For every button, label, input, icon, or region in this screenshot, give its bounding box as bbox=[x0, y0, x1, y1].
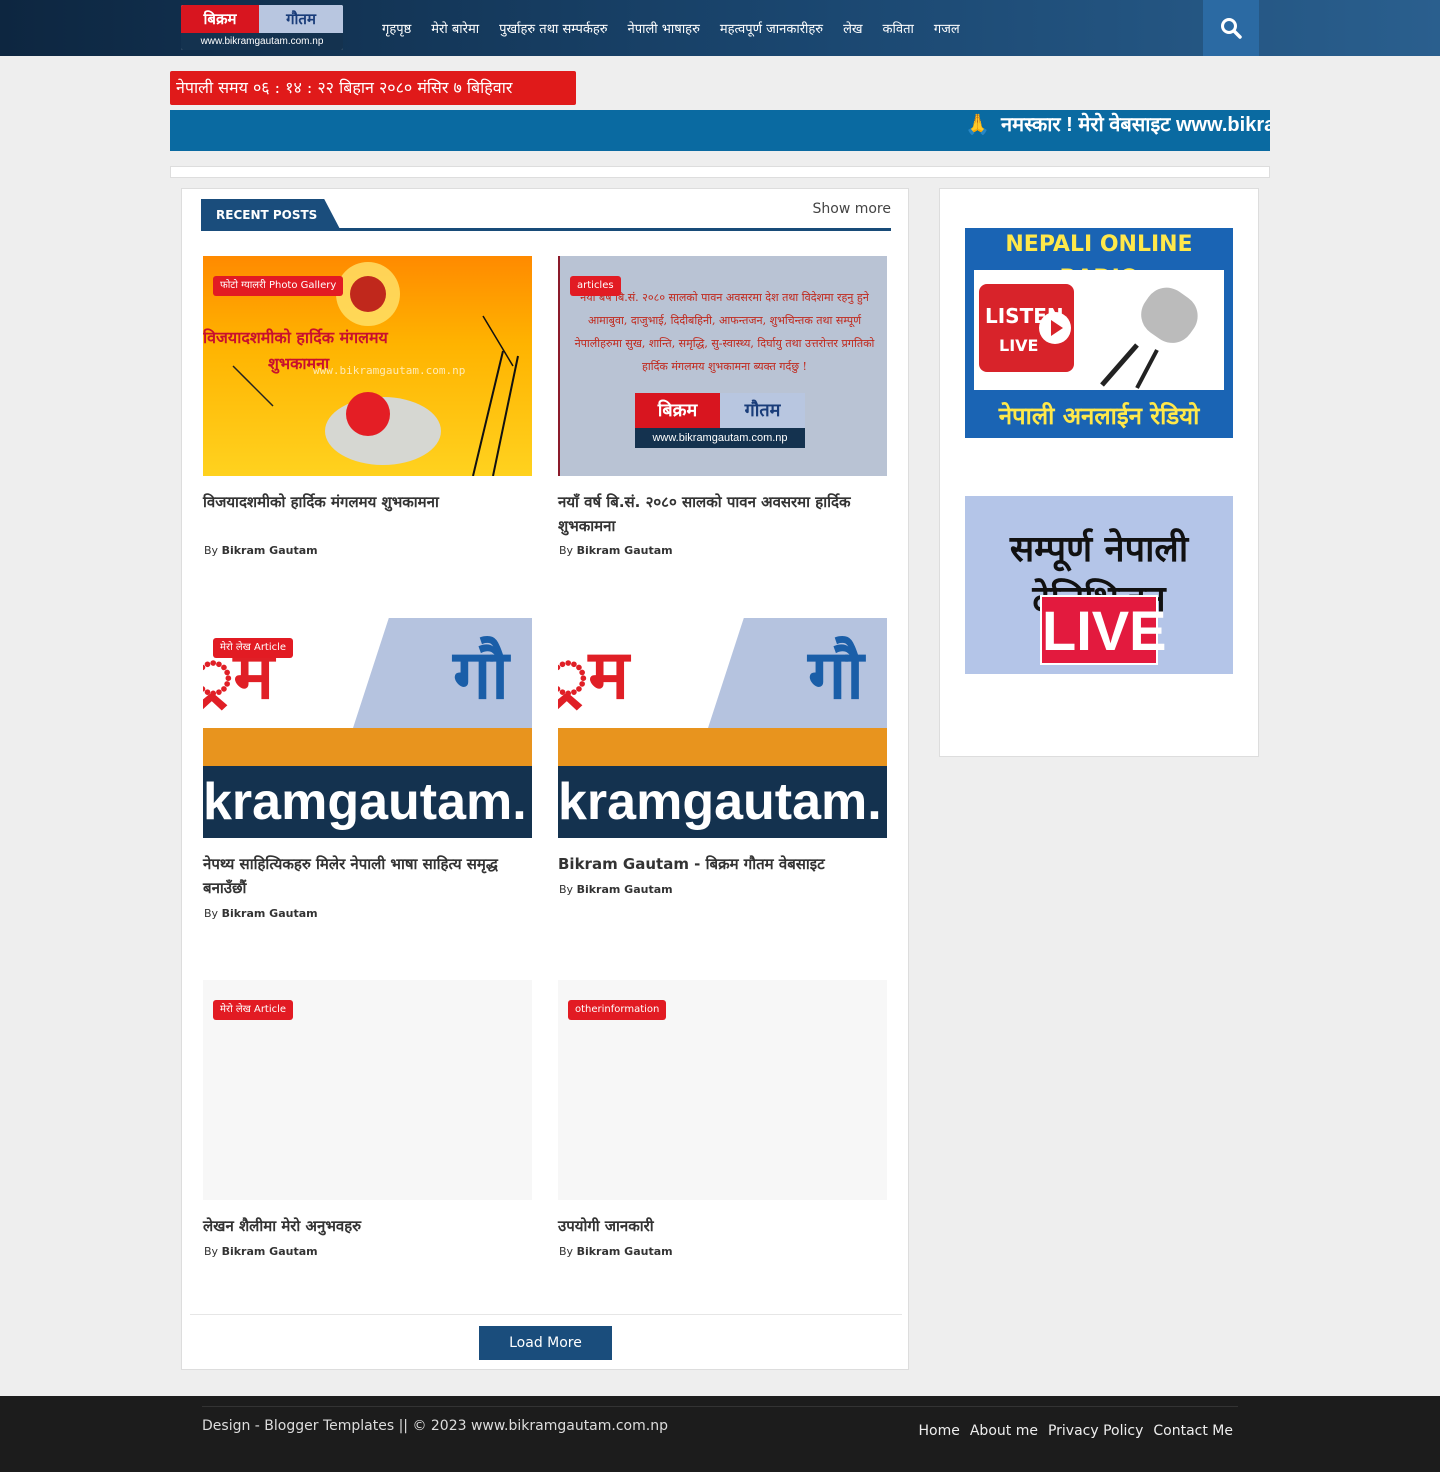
post-author[interactable]: Bikram Gautam bbox=[222, 544, 318, 557]
post-byline: By Bikram Gautam bbox=[559, 1245, 673, 1258]
image-logo: बिक्रम गौतम www.bikramgautam.com.np bbox=[635, 393, 805, 448]
radio-subtitle: नेपाली अनलाईन रेडियो bbox=[998, 401, 1200, 430]
footer-link-home[interactable]: Home bbox=[919, 1423, 960, 1439]
category-tag[interactable]: otherinformation bbox=[568, 1000, 667, 1020]
post-byline: By Bikram Gautam bbox=[204, 544, 318, 557]
footer-divider bbox=[202, 1406, 1238, 1407]
tv-live-badge: LIVE bbox=[1040, 595, 1166, 665]
section-divider bbox=[190, 1314, 902, 1315]
post-author[interactable]: Bikram Gautam bbox=[222, 907, 318, 920]
image-brand-url: kramgautam. bbox=[203, 766, 532, 838]
show-more-link[interactable]: Show more bbox=[813, 201, 892, 217]
tv-title: सम्पूर्ण नेपाली टेलिभिजन bbox=[1009, 528, 1189, 620]
image-watermark: www.bikramgautam.com.np bbox=[313, 364, 466, 377]
radio-title: NEPALI ONLINE RADIO bbox=[1005, 232, 1193, 291]
post-byline: By Bikram Gautam bbox=[204, 907, 318, 920]
post-byline: By Bikram Gautam bbox=[204, 1245, 318, 1258]
image-brand-red: ्रम bbox=[558, 636, 630, 715]
by-label: By bbox=[559, 544, 574, 557]
post-thumbnail[interactable]: मेरो लेख Article bbox=[203, 980, 532, 1200]
namaste-icon: 🙏 bbox=[965, 114, 990, 136]
top-navbar: बिक्रम गौतम www.bikramgautam.com.np गृहप… bbox=[0, 0, 1440, 56]
microphone-icon bbox=[1100, 287, 1198, 389]
by-label: By bbox=[559, 1245, 574, 1258]
nav-item-ancestors[interactable]: पुर्खाहरु तथा सम्पर्कहरु bbox=[499, 19, 607, 37]
nav-item-poems[interactable]: कविता bbox=[883, 19, 914, 37]
post-thumbnail[interactable]: ्रम गौ kramgautam. bbox=[558, 618, 887, 838]
site-logo[interactable]: बिक्रम गौतम www.bikramgautam.com.np bbox=[181, 5, 343, 50]
post-thumbnail[interactable]: ्रम गौ kramgautam. मेरो लेख Article bbox=[203, 618, 532, 838]
category-tag[interactable]: articles bbox=[570, 276, 621, 296]
post-title[interactable]: लेखन शैलीमा मेरो अनुभवहरु bbox=[203, 1214, 532, 1238]
nav-item-information[interactable]: महत्वपूर्ण जानकारीहरु bbox=[720, 19, 823, 37]
live-label: LIVE bbox=[999, 336, 1039, 355]
by-label: By bbox=[204, 544, 219, 557]
live-tv-banner[interactable]: सम्पूर्ण नेपाली टेलिभिजन LIVE bbox=[965, 496, 1233, 674]
sidebar: NEPALI ONLINE RADIO LISTEN LIVE नेपाली अ… bbox=[939, 188, 1259, 757]
post-title[interactable]: नयाँ वर्ष बि.सं. २०८० सालको पावन अवसरमा … bbox=[558, 490, 887, 538]
marquee-message: नमस्कार ! मेरो वेबसाइट www.bikramgautam.… bbox=[1001, 114, 1270, 136]
category-tag[interactable]: फोटो ग्यालरी Photo Gallery bbox=[213, 276, 344, 296]
ad-strip bbox=[170, 166, 1270, 178]
play-icon bbox=[1039, 312, 1071, 344]
logo-url: www.bikramgautam.com.np bbox=[181, 33, 343, 50]
nav-item-home[interactable]: गृहपृष्ठ bbox=[382, 19, 411, 37]
by-label: By bbox=[559, 883, 574, 896]
main-nav: गृहपृष्ठ मेरो बारेमा पुर्खाहरु तथा सम्पर… bbox=[372, 0, 970, 56]
footer-link-contact[interactable]: Contact Me bbox=[1153, 1423, 1233, 1439]
image-logo-left: बिक्रम bbox=[635, 393, 720, 428]
image-brand-blue-text: गौ bbox=[453, 636, 509, 715]
image-greeting-text: नयाँ बर्ष बि.सं. २०८० सालको पावन अवसरमा … bbox=[574, 291, 875, 373]
section-title: RECENT POSTS bbox=[201, 199, 341, 231]
image-brand-orange bbox=[558, 728, 887, 766]
footer-links: Home About me Privacy Policy Contact Me bbox=[909, 1423, 1233, 1439]
by-label: By bbox=[204, 1245, 219, 1258]
image-logo-url: www.bikramgautam.com.np bbox=[635, 428, 805, 448]
section-header: RECENT POSTS Show more bbox=[201, 199, 891, 231]
load-more-button[interactable]: Load More bbox=[479, 1326, 612, 1360]
post-author[interactable]: Bikram Gautam bbox=[577, 544, 673, 557]
image-brand-url: kramgautam. bbox=[558, 766, 887, 838]
nav-item-gazal[interactable]: गजल bbox=[934, 19, 960, 37]
image-caption-line1: विजयादशमीको हार्दिक मंगलमय bbox=[203, 328, 388, 347]
image-logo-right: गौतम bbox=[720, 393, 805, 428]
post-title[interactable]: विजयादशमीको हार्दिक मंगलमय शुभकामना bbox=[203, 490, 532, 514]
post-title[interactable]: नेपथ्य साहित्यिकहरु मिलेर नेपाली भाषा सा… bbox=[203, 852, 532, 900]
post-thumbnail[interactable]: otherinformation bbox=[558, 980, 887, 1200]
nav-item-languages[interactable]: नेपाली भाषाहरु bbox=[628, 19, 700, 37]
footer-link-privacy[interactable]: Privacy Policy bbox=[1048, 1423, 1143, 1439]
logo-text-right: गौतम bbox=[259, 5, 343, 33]
post-byline: By Bikram Gautam bbox=[559, 544, 673, 557]
listen-live-badge: LISTEN LIVE bbox=[979, 284, 1074, 372]
footer-copyright: Design - Blogger Templates || © 2023 www… bbox=[202, 1418, 668, 1434]
post-author[interactable]: Bikram Gautam bbox=[577, 883, 673, 896]
online-radio-banner[interactable]: NEPALI ONLINE RADIO LISTEN LIVE नेपाली अ… bbox=[965, 228, 1233, 438]
post-author[interactable]: Bikram Gautam bbox=[577, 1245, 673, 1258]
category-tag[interactable]: मेरो लेख Article bbox=[213, 638, 294, 658]
by-label: By bbox=[204, 907, 219, 920]
post-title[interactable]: Bikram Gautam - बिक्रम गौतम वेबसाइट bbox=[558, 852, 887, 876]
image-brand-orange bbox=[203, 728, 532, 766]
radio-panel: LISTEN LIVE bbox=[974, 270, 1224, 390]
post-thumbnail[interactable]: नयाँ बर्ष बि.सं. २०८० सालको पावन अवसरमा … bbox=[558, 256, 887, 476]
marquee-text: 🙏 नमस्कार ! मेरो वेबसाइट www.bikramgauta… bbox=[965, 110, 1270, 151]
welcome-marquee: 🙏 नमस्कार ! मेरो वेबसाइट www.bikramgauta… bbox=[170, 110, 1270, 151]
nepali-clock: नेपाली समय ०६ : १४ : २२ बिहान २०८० मंसिर… bbox=[170, 71, 576, 105]
post-author[interactable]: Bikram Gautam bbox=[222, 1245, 318, 1258]
post-thumbnail[interactable]: विजयादशमीको हार्दिक मंगलमय शुभकामना www.… bbox=[203, 256, 532, 476]
nav-item-about[interactable]: मेरो बारेमा bbox=[431, 19, 479, 37]
search-button[interactable] bbox=[1203, 0, 1259, 56]
site-footer: Design - Blogger Templates || © 2023 www… bbox=[0, 1396, 1440, 1472]
post-title[interactable]: उपयोगी जानकारी bbox=[558, 1214, 887, 1238]
search-icon bbox=[1221, 18, 1242, 39]
image-brand-blue-text: गौ bbox=[808, 636, 864, 715]
category-tag[interactable]: मेरो लेख Article bbox=[213, 1000, 294, 1020]
logo-text-left: बिक्रम bbox=[181, 5, 259, 33]
recent-posts-section: RECENT POSTS Show more विजयादशमीको हार्द… bbox=[181, 188, 909, 1370]
nav-item-articles[interactable]: लेख bbox=[843, 19, 862, 37]
footer-link-about[interactable]: About me bbox=[970, 1423, 1038, 1439]
post-byline: By Bikram Gautam bbox=[559, 883, 673, 896]
